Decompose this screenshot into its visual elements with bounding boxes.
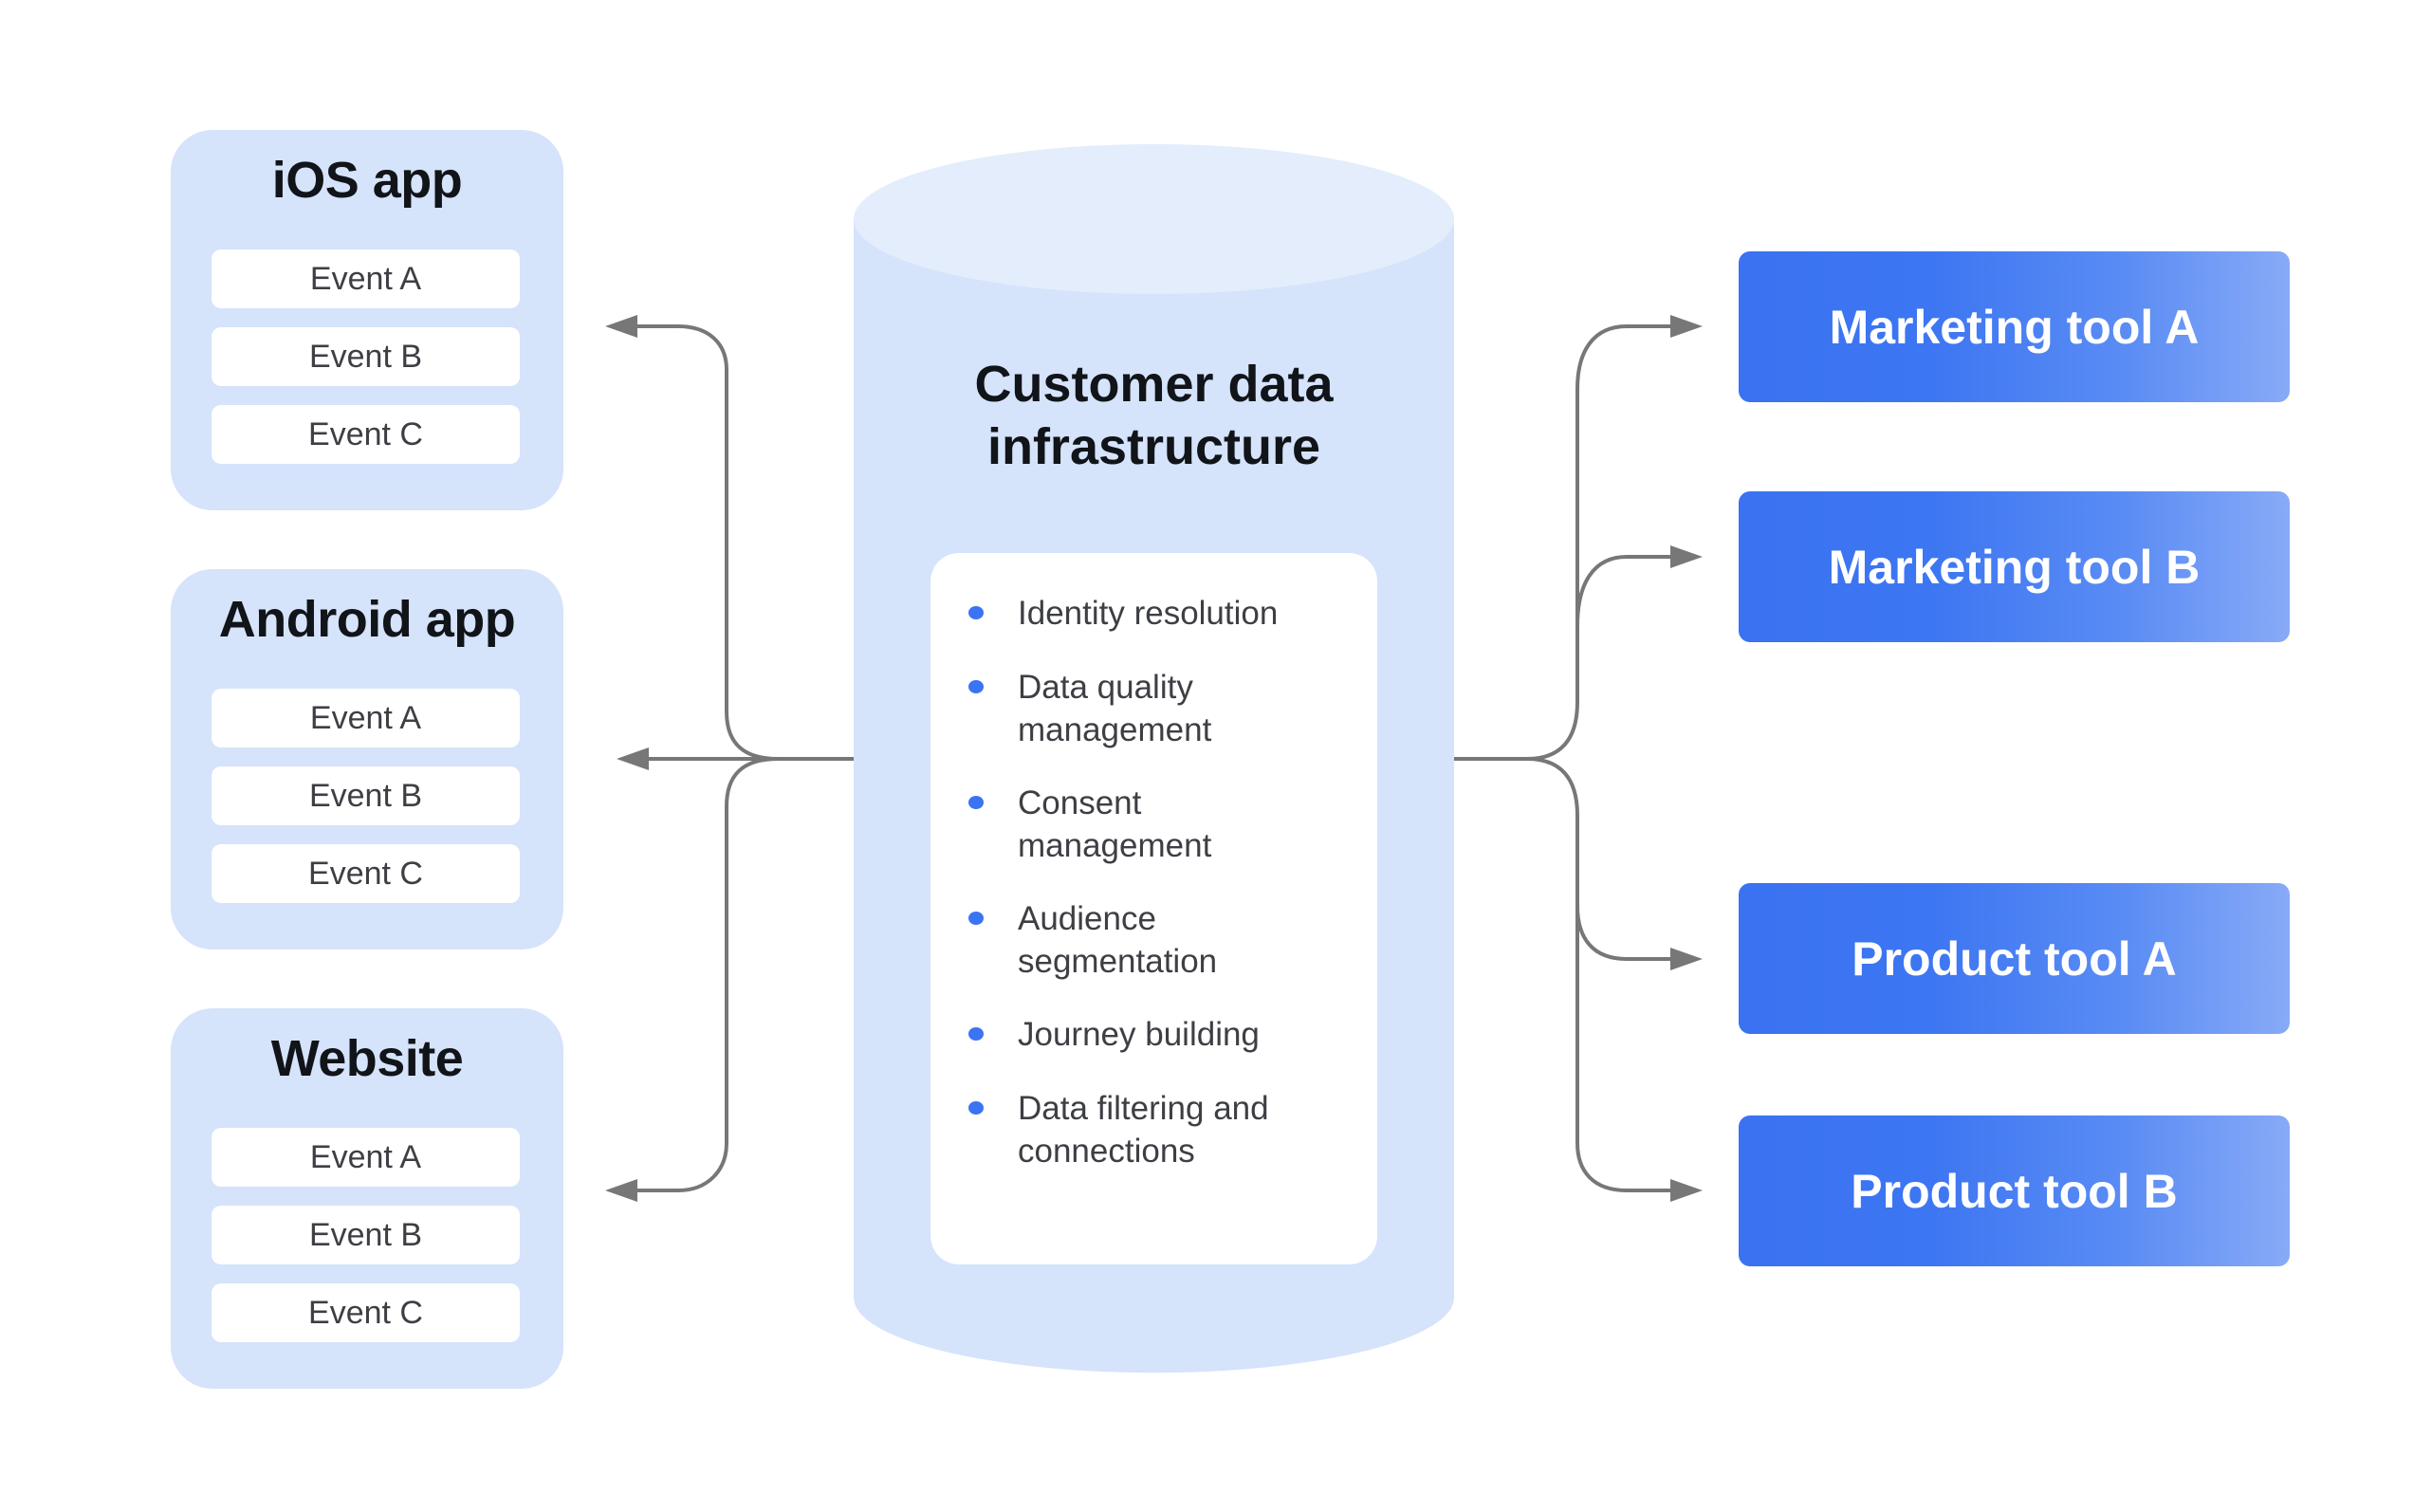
connector-to-marketing-b bbox=[1575, 555, 1674, 627]
capability-item: Audience segmentation bbox=[968, 897, 1359, 983]
bullet-icon bbox=[968, 680, 984, 693]
destination-marketing-tool-b: Marketing tool B bbox=[1739, 491, 2290, 642]
arrowhead-marketing-b bbox=[1670, 545, 1703, 568]
event-item: Event C bbox=[212, 405, 520, 464]
event-item: Event C bbox=[212, 844, 520, 903]
capability-label: Audience bbox=[1018, 900, 1156, 937]
connector-to-product-b bbox=[1575, 901, 1674, 1192]
bullet-icon bbox=[968, 1101, 984, 1115]
capabilities-card: Identity resolution Data quality managem… bbox=[930, 553, 1377, 1264]
event-item: Event A bbox=[212, 249, 520, 308]
source-title: Android app bbox=[218, 591, 516, 648]
hub-title-line2: infrastructure bbox=[986, 418, 1321, 475]
capability-label: Journey building bbox=[1018, 1016, 1260, 1053]
arrowhead-website bbox=[605, 1179, 637, 1202]
source-title: Website bbox=[270, 1030, 464, 1087]
hub-title: Customer data infrastructure bbox=[854, 353, 1454, 478]
event-item: Event C bbox=[212, 1283, 520, 1342]
capability-label: Identity resolution bbox=[1018, 595, 1279, 632]
event-item: Event A bbox=[212, 1128, 520, 1187]
event-item: Event B bbox=[212, 327, 520, 386]
capability-label-cont: segmentation bbox=[1018, 943, 1218, 980]
capability-label: Data filtering and bbox=[1018, 1090, 1269, 1127]
connector-to-ios bbox=[617, 324, 854, 761]
destination-marketing-tool-a: Marketing tool A bbox=[1739, 251, 2290, 402]
source-title: iOS app bbox=[271, 152, 463, 209]
capability-item: Data filtering and connections bbox=[968, 1087, 1359, 1172]
bullet-icon bbox=[968, 796, 984, 809]
cylinder-top bbox=[854, 144, 1454, 294]
arrowhead-ios bbox=[605, 315, 637, 338]
right-arrowheads bbox=[1670, 315, 1703, 1202]
capability-item: Consent management bbox=[968, 782, 1359, 867]
source-website: Website Event A Event B Event C bbox=[171, 1008, 563, 1389]
capability-label-cont: connections bbox=[1018, 1133, 1195, 1170]
bullet-icon bbox=[968, 912, 984, 925]
arrowhead-product-b bbox=[1670, 1179, 1703, 1202]
event-item: Event A bbox=[212, 689, 520, 747]
left-connectors bbox=[617, 324, 854, 1192]
event-item: Event B bbox=[212, 1206, 520, 1264]
connector-to-marketing-a bbox=[1454, 324, 1674, 761]
capability-label-cont: management bbox=[1018, 711, 1212, 748]
source-android-app: Android app Event A Event B Event C bbox=[171, 569, 563, 950]
left-arrowheads bbox=[605, 315, 649, 1202]
destination-product-tool-a: Product tool A bbox=[1739, 883, 2290, 1034]
arrowhead-marketing-a bbox=[1670, 315, 1703, 338]
capability-item: Data quality management bbox=[968, 666, 1359, 751]
capability-item: Identity resolution bbox=[968, 592, 1359, 635]
arrowhead-product-a bbox=[1670, 948, 1703, 970]
bullet-icon bbox=[968, 1027, 984, 1041]
hub-title-line1: Customer data bbox=[974, 356, 1334, 413]
capability-label-cont: management bbox=[1018, 827, 1212, 864]
right-connectors bbox=[1454, 324, 1674, 1192]
connector-to-product-a bbox=[1526, 757, 1674, 961]
destination-product-tool-b: Product tool B bbox=[1739, 1116, 2290, 1266]
source-ios-app: iOS app Event A Event B Event C bbox=[171, 130, 563, 510]
arrowhead-android bbox=[617, 747, 649, 770]
bullet-icon bbox=[968, 606, 984, 619]
capability-label: Data quality bbox=[1018, 669, 1193, 706]
event-item: Event B bbox=[212, 766, 520, 825]
connector-to-website bbox=[617, 757, 779, 1192]
capability-item: Journey building bbox=[968, 1013, 1359, 1056]
capability-label: Consent bbox=[1018, 784, 1142, 821]
